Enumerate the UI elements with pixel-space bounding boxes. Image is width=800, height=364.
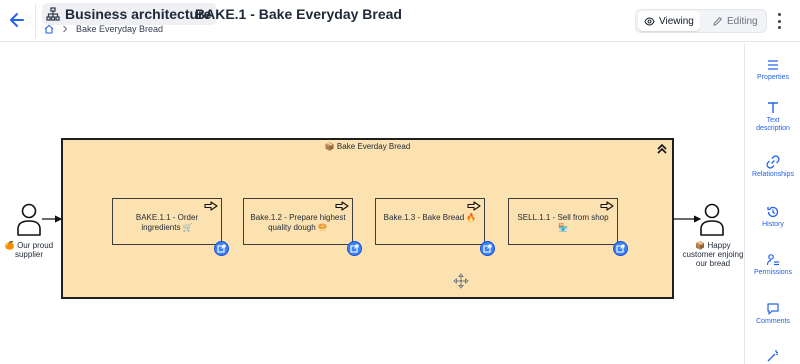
relationships-label: Relationships bbox=[751, 171, 795, 178]
process-arrow-icon bbox=[204, 201, 218, 211]
actor-supplier[interactable] bbox=[15, 203, 43, 237]
text-icon bbox=[768, 102, 778, 113]
comments-label: Comments bbox=[756, 318, 790, 325]
right-side-panel: Properties Text description Relationship… bbox=[744, 43, 800, 364]
actor-label-line: 📦 Happy bbox=[695, 241, 731, 250]
history-icon bbox=[767, 206, 779, 218]
move-icon[interactable] bbox=[453, 273, 469, 289]
process-arrow-icon bbox=[467, 201, 481, 211]
process-box-bake-bread[interactable]: Bake.1.3 - Bake Bread 🔥 bbox=[375, 198, 485, 245]
actor-person-icon bbox=[700, 203, 724, 236]
actor-customer[interactable] bbox=[698, 203, 726, 237]
process-label: Bake.1.2 - Prepare highest quality dough… bbox=[250, 213, 346, 232]
actor-person-icon bbox=[17, 203, 41, 236]
more-vertical-icon[interactable] bbox=[772, 13, 786, 29]
process-arrow-icon bbox=[335, 201, 349, 211]
open-external-icon[interactable] bbox=[214, 241, 229, 256]
open-external-icon[interactable] bbox=[480, 241, 495, 256]
actor-supplier-label: 🍊 Our proud supplier bbox=[4, 241, 54, 259]
actor-customer-label: 📦 Happy customer enjoing our bread bbox=[682, 241, 744, 268]
actor-label-line: customer enjoing bbox=[682, 250, 744, 259]
properties-button[interactable]: Properties bbox=[745, 58, 800, 82]
actor-label-line: supplier bbox=[14, 250, 43, 259]
process-box-sell-from-shop[interactable]: SELL.1.1 - Sell from shop 🏪 bbox=[508, 198, 618, 245]
process-label: SELL.1.1 - Sell from shop 🏪 bbox=[517, 213, 609, 232]
magic-wand-icon bbox=[767, 350, 778, 362]
process-group-title: 📦 Bake Everday Bread bbox=[324, 142, 411, 151]
permissions-label: Permissions bbox=[753, 269, 793, 276]
actor-label-line: 🍊 Our proud bbox=[4, 241, 54, 250]
permissions-icon bbox=[766, 254, 779, 266]
comments-button[interactable]: Comments bbox=[745, 302, 800, 326]
process-label: BAKE.1.1 - Order ingredients 🛒 bbox=[135, 213, 199, 232]
link-icon bbox=[766, 155, 780, 169]
process-box-prepare-dough[interactable]: Bake.1.2 - Prepare highest quality dough… bbox=[243, 198, 353, 245]
process-arrow-icon bbox=[600, 201, 614, 211]
permissions-button[interactable]: Permissions bbox=[745, 253, 800, 277]
process-label: Bake.1.3 - Bake Bread 🔥 bbox=[383, 213, 477, 222]
open-external-icon[interactable] bbox=[347, 241, 362, 256]
open-external-icon[interactable] bbox=[613, 241, 628, 256]
history-label: History bbox=[762, 221, 784, 228]
properties-label: Properties bbox=[757, 74, 789, 81]
comments-icon bbox=[767, 303, 779, 315]
actor-label-line: our bread bbox=[695, 259, 731, 268]
list-icon bbox=[768, 60, 778, 70]
magic-wand-button[interactable] bbox=[745, 349, 800, 363]
relationships-button[interactable]: Relationships bbox=[745, 155, 800, 179]
text-description-label: Text description bbox=[756, 117, 790, 132]
history-button[interactable]: History bbox=[745, 205, 800, 229]
process-box-order-ingredients[interactable]: BAKE.1.1 - Order ingredients 🛒 bbox=[112, 198, 222, 245]
text-description-button[interactable]: Text description bbox=[745, 101, 800, 133]
chevrons-up-icon[interactable] bbox=[656, 143, 668, 155]
